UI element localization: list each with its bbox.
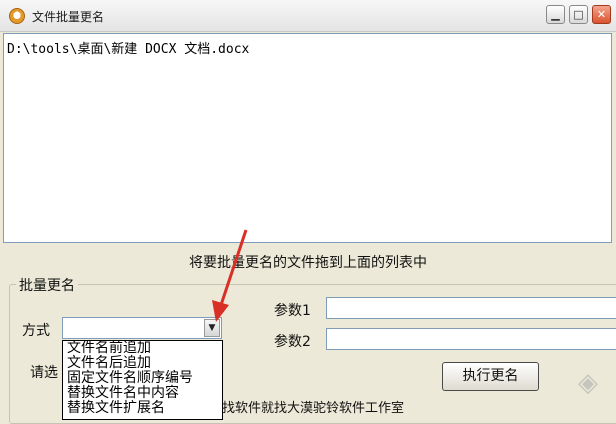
watermark-logo: ◈ (578, 368, 598, 398)
arrow-shaft (219, 229, 248, 306)
annotation-arrow (212, 229, 248, 322)
arrow-head (212, 300, 229, 322)
